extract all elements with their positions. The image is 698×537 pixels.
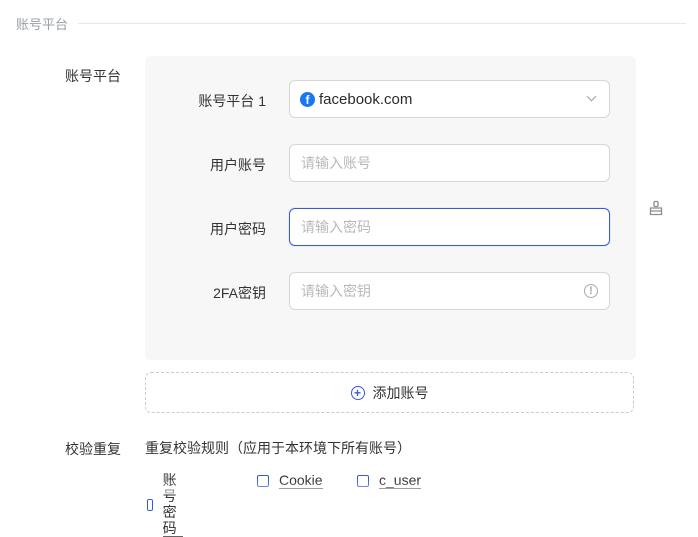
twofa-placeholder: 请输入密钥	[301, 283, 371, 299]
account-platform-row-label: 账号平台	[65, 68, 121, 84]
platform-value: facebook.com	[319, 90, 413, 108]
password-input[interactable]: 请输入密码	[289, 208, 610, 246]
platform-select[interactable]: f facebook.com	[289, 80, 610, 118]
section-title: 账号平台	[16, 16, 69, 32]
dedup-rule-text: 重复校验规则（应用于本环境下所有账号）	[145, 440, 411, 456]
chevron-down-icon[interactable]	[586, 93, 598, 105]
username-label: 用户账号	[210, 157, 266, 173]
checkbox-account-password[interactable]: 账号密码	[147, 472, 183, 537]
section-header: 账号平台	[16, 14, 686, 32]
checkbox-cookie[interactable]: Cookie	[257, 472, 323, 489]
checkbox-label: c_user	[379, 472, 422, 489]
checkbox-icon[interactable]	[357, 474, 369, 487]
facebook-icon: f	[300, 91, 315, 107]
twofa-input[interactable]: 请输入密钥 !	[289, 272, 610, 310]
alert-icon[interactable]: !	[584, 284, 598, 298]
clean-icon[interactable]	[648, 200, 664, 216]
checkbox-icon[interactable]	[257, 474, 269, 487]
username-input[interactable]: 请输入账号	[289, 144, 610, 182]
add-account-button[interactable]: + 添加账号	[145, 372, 634, 413]
section-divider	[78, 22, 686, 24]
checkbox-label: Cookie	[279, 472, 323, 489]
password-placeholder: 请输入密码	[301, 219, 371, 235]
add-account-label: 添加账号	[372, 384, 429, 401]
plus-circle-icon: +	[350, 385, 365, 400]
checkbox-label: 账号密码	[162, 472, 183, 537]
checkbox-icon[interactable]	[147, 498, 153, 511]
dedup-row-label: 校验重复	[65, 441, 121, 457]
bottom-fade	[0, 480, 698, 494]
platform-label: 账号平台 1	[198, 93, 266, 109]
checkbox-c-user[interactable]: c_user	[357, 472, 422, 489]
twofa-label: 2FA密钥	[213, 285, 266, 301]
username-placeholder: 请输入账号	[301, 155, 371, 171]
password-label: 用户密码	[210, 221, 266, 237]
